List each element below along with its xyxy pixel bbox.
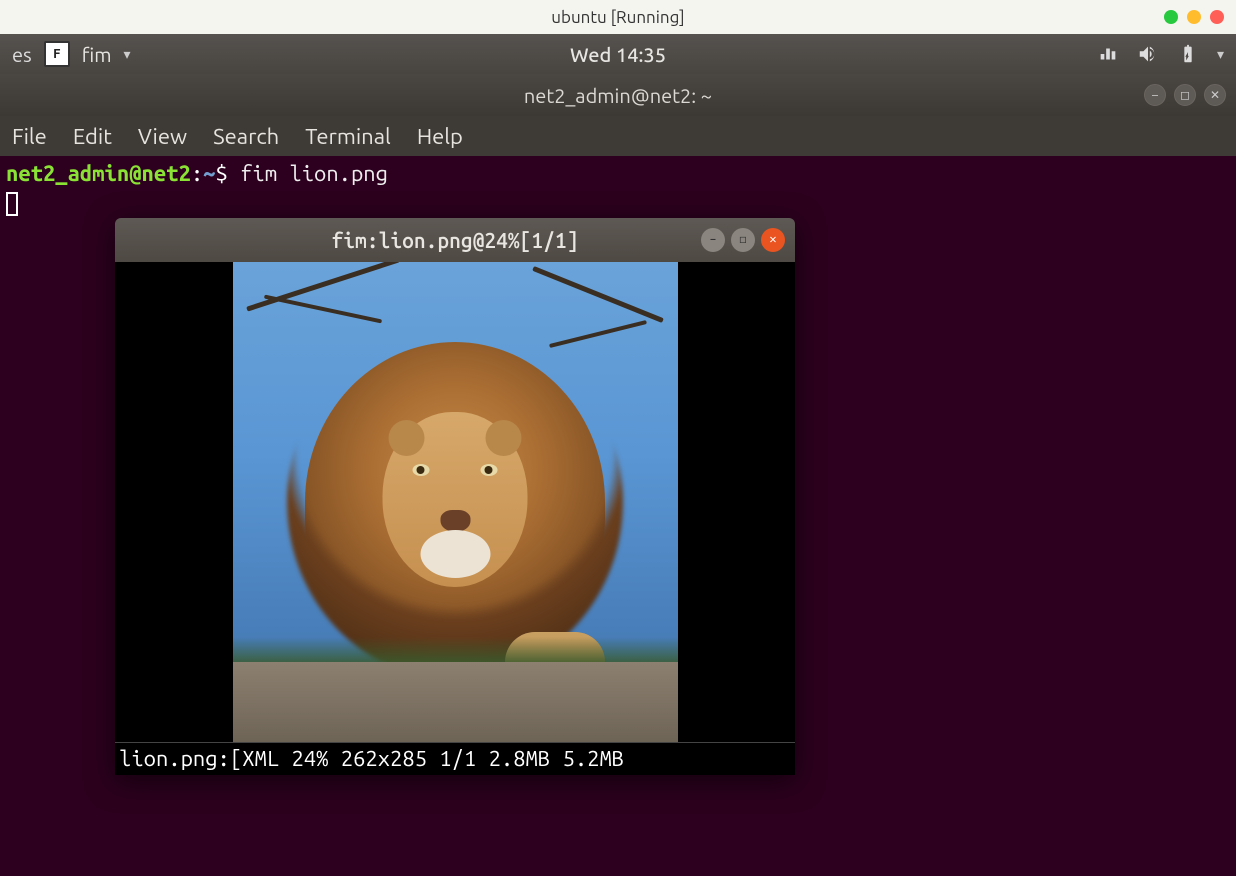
battery-icon[interactable] bbox=[1177, 43, 1199, 65]
terminal-titlebar: net2_admin@net2: ~ – ◻ ✕ bbox=[0, 74, 1236, 116]
menu-edit[interactable]: Edit bbox=[73, 124, 112, 149]
mac-zoom-icon[interactable] bbox=[1187, 10, 1201, 24]
terminal-body[interactable]: net2_admin@net2:~$ fim lion.png fim:lion… bbox=[0, 156, 1236, 876]
system-menu-chevron-icon[interactable]: ▾ bbox=[1217, 46, 1224, 63]
volume-icon[interactable] bbox=[1137, 43, 1159, 65]
clock[interactable]: Wed 14:35 bbox=[570, 43, 666, 66]
fim-window[interactable]: fim:lion.png@24%[1/1] – ◻ ✕ bbox=[115, 218, 795, 775]
prompt-path: ~ bbox=[203, 161, 215, 186]
menu-help[interactable]: Help bbox=[417, 124, 463, 149]
terminal-cursor bbox=[6, 192, 18, 216]
menu-terminal[interactable]: Terminal bbox=[305, 124, 391, 149]
menu-file[interactable]: File bbox=[12, 124, 47, 149]
terminal-window-controls: – ◻ ✕ bbox=[1144, 84, 1226, 106]
fim-image-canvas[interactable] bbox=[115, 262, 795, 742]
app-name[interactable]: fim bbox=[82, 43, 112, 66]
menu-view[interactable]: View bbox=[138, 124, 187, 149]
prompt-dollar: $ bbox=[215, 161, 240, 186]
menu-search[interactable]: Search bbox=[213, 124, 279, 149]
vm-title: ubuntu [Running] bbox=[551, 8, 684, 27]
lion-image bbox=[233, 262, 678, 742]
window-maximize-icon[interactable]: ◻ bbox=[1174, 84, 1196, 106]
activities-label[interactable]: es bbox=[12, 43, 32, 66]
vm-titlebar: ubuntu [Running] bbox=[0, 0, 1236, 34]
window-minimize-icon[interactable]: – bbox=[1144, 84, 1166, 106]
fim-close-icon[interactable]: ✕ bbox=[761, 228, 785, 252]
mac-close-icon[interactable] bbox=[1210, 10, 1224, 24]
terminal-title: net2_admin@net2: ~ bbox=[524, 84, 712, 107]
panel-right: ▾ bbox=[1097, 43, 1224, 65]
fim-minimize-icon[interactable]: – bbox=[701, 228, 725, 252]
network-icon[interactable] bbox=[1097, 43, 1119, 65]
fim-maximize-icon[interactable]: ◻ bbox=[731, 228, 755, 252]
prompt-user-host: net2_admin@net2 bbox=[6, 161, 191, 186]
fim-status-bar: lion.png:[XML 24% 262x285 1/1 2.8MB 5.2M… bbox=[115, 742, 795, 775]
mac-minimize-icon[interactable] bbox=[1164, 10, 1178, 24]
window-close-icon[interactable]: ✕ bbox=[1204, 84, 1226, 106]
app-menu-chevron-icon[interactable]: ▾ bbox=[123, 46, 130, 63]
panel-left: es F fim ▾ bbox=[12, 41, 131, 67]
fim-title: fim:lion.png@24%[1/1] bbox=[332, 226, 579, 254]
prompt-line: net2_admin@net2:~$ fim lion.png bbox=[6, 160, 1230, 188]
app-icon[interactable]: F bbox=[44, 41, 70, 67]
fim-titlebar[interactable]: fim:lion.png@24%[1/1] – ◻ ✕ bbox=[115, 218, 795, 262]
prompt-colon: : bbox=[191, 161, 203, 186]
fim-window-controls: – ◻ ✕ bbox=[701, 228, 785, 252]
mac-window-controls bbox=[1164, 10, 1224, 24]
terminal-menubar: File Edit View Search Terminal Help bbox=[0, 116, 1236, 156]
gnome-top-panel: es F fim ▾ Wed 14:35 ▾ bbox=[0, 34, 1236, 74]
prompt-command: fim lion.png bbox=[240, 161, 388, 186]
